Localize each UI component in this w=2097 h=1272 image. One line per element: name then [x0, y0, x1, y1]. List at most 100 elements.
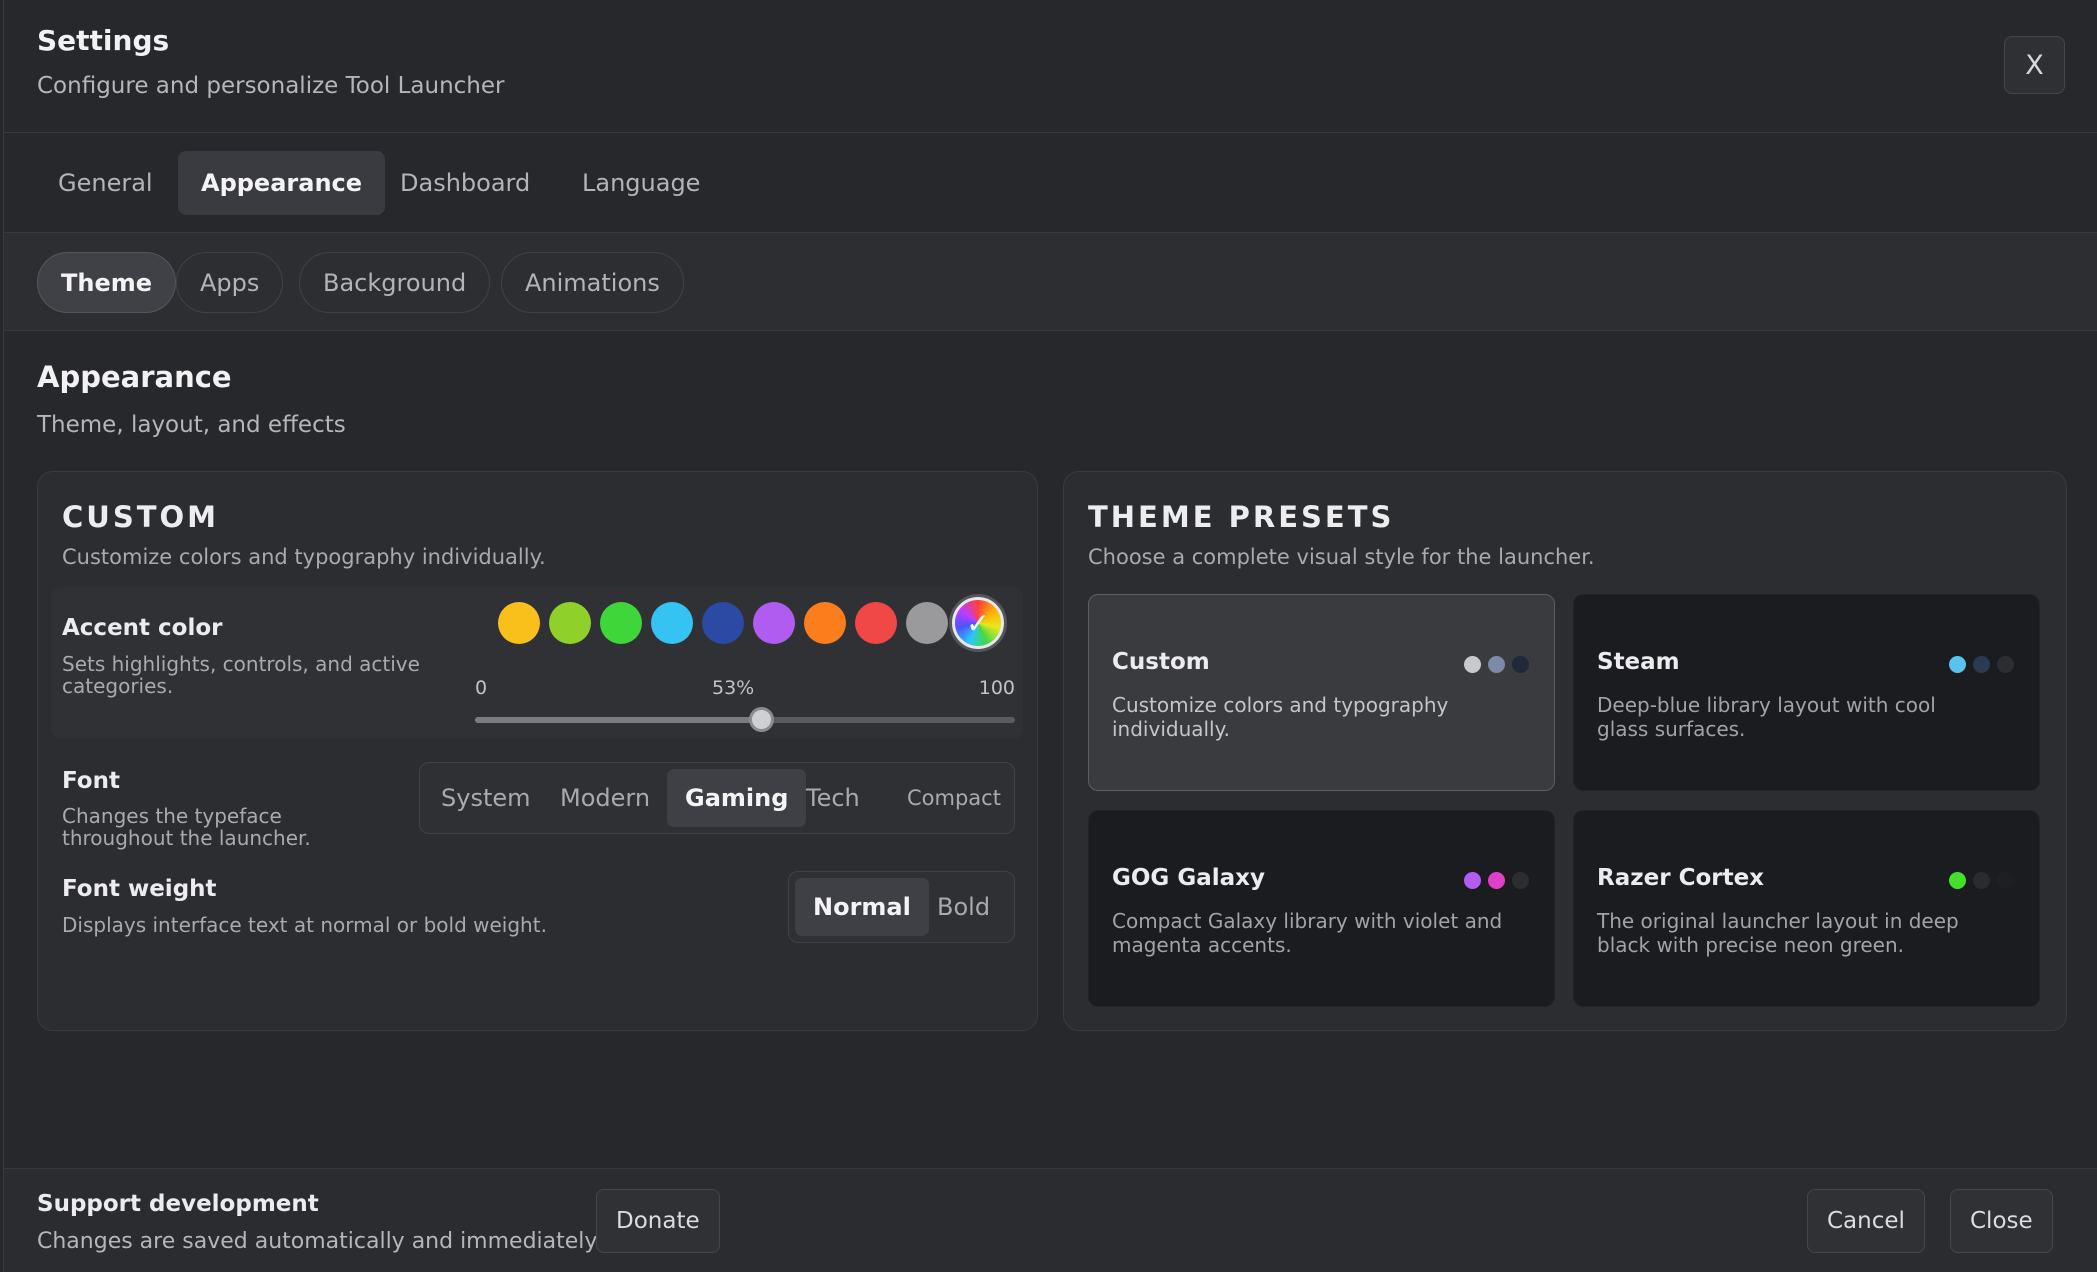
color-dot — [1512, 872, 1529, 889]
presets-panel-subtitle: Choose a complete visual style for the l… — [1088, 545, 1595, 569]
theme-presets-panel: THEME PRESETS Choose a complete visual s… — [1063, 471, 2067, 1031]
color-dot — [1464, 872, 1481, 889]
preset-desc-line2: glass surfaces. — [1597, 717, 1746, 741]
color-dot — [1997, 872, 2014, 889]
preset-desc: Compact Galaxy library with violet and m… — [1112, 909, 1532, 957]
preset-name: GOG Galaxy — [1112, 865, 1265, 891]
swatch-yellow[interactable] — [498, 602, 540, 644]
weight-option-bold[interactable]: Bold — [919, 878, 1008, 936]
tab-language[interactable]: Language — [559, 151, 723, 215]
subtab-apps[interactable]: Apps — [176, 252, 284, 313]
swatch-orange[interactable] — [804, 602, 846, 644]
font-option-gaming[interactable]: Gaming — [667, 769, 807, 827]
dialog-footer: Support development Changes are saved au… — [4, 1168, 2097, 1272]
preset-desc-line1: The original launcher layout in deep — [1597, 909, 1959, 933]
tab-general[interactable]: General — [35, 151, 176, 215]
settings-window: Settings Configure and personalize Tool … — [3, 0, 2097, 1272]
slider-max-label: 100 — [978, 677, 1015, 699]
autosave-note: Changes are saved automatically and imme… — [37, 1229, 602, 1254]
swatch-rainbow-selected[interactable]: ✓ — [952, 597, 1004, 649]
font-option-tech[interactable]: Tech — [788, 769, 878, 827]
accent-desc-line2: categories. — [62, 674, 174, 698]
color-dot — [1512, 656, 1529, 673]
preset-color-dots — [1464, 656, 1530, 674]
subtab-background[interactable]: Background — [299, 252, 491, 313]
preset-color-dots — [1949, 656, 2015, 674]
slider-labels: 0 53% 100 — [475, 677, 1015, 701]
main-tabs: General Appearance Dashboard Language — [4, 133, 2097, 233]
slider-min-label: 0 — [475, 677, 488, 699]
preset-color-dots — [1949, 872, 2015, 890]
preset-name: Custom — [1112, 649, 1210, 675]
preset-card-custom[interactable]: Custom Customize colors and typography i… — [1088, 594, 1555, 791]
font-option-modern[interactable]: Modern — [542, 769, 668, 827]
font-desc: Changes the typeface throughout the laun… — [62, 805, 311, 849]
accent-color-row: Accent color Sets highlights, controls, … — [51, 587, 1023, 739]
swatch-green[interactable] — [600, 602, 642, 644]
slider-thumb[interactable] — [749, 707, 775, 732]
preset-desc-line2: black with precise neon green. — [1597, 933, 1905, 957]
check-icon: ✓ — [966, 606, 990, 640]
swatch-blue[interactable] — [702, 602, 744, 644]
swatch-cyan[interactable] — [651, 602, 693, 644]
font-weight-desc: Displays interface text at normal or bol… — [62, 913, 547, 937]
custom-panel: CUSTOM Customize colors and typography i… — [37, 471, 1038, 1031]
sub-tabs: Theme Apps Background Animations — [4, 233, 2097, 331]
custom-panel-subtitle: Customize colors and typography individu… — [62, 545, 546, 569]
color-dot — [1973, 872, 1990, 889]
accent-color-label: Accent color — [62, 615, 223, 641]
font-option-compact[interactable]: Compact — [889, 769, 1019, 827]
preset-card-gog-galaxy[interactable]: GOG Galaxy Compact Galaxy library with v… — [1088, 810, 1555, 1007]
preset-name: Steam — [1597, 649, 1680, 675]
swatch-gray[interactable] — [906, 602, 948, 644]
preset-desc: Customize colors and typography individu… — [1112, 693, 1532, 741]
close-button[interactable]: Close — [1950, 1189, 2053, 1253]
font-weight-selector: Normal Bold — [788, 871, 1015, 943]
font-desc-line2: throughout the launcher. — [62, 826, 311, 850]
swatch-lime[interactable] — [549, 602, 591, 644]
subtab-theme[interactable]: Theme — [37, 252, 177, 313]
tab-appearance[interactable]: Appearance — [178, 151, 386, 215]
font-desc-line1: Changes the typeface — [62, 804, 282, 828]
tab-dashboard[interactable]: Dashboard — [377, 151, 553, 215]
slider-value-label: 53% — [712, 677, 755, 699]
color-dot — [1949, 656, 1966, 673]
preset-desc: Deep-blue library layout with cool glass… — [1597, 693, 2017, 741]
dialog-title: Settings — [37, 24, 170, 57]
slider-fill — [475, 717, 762, 723]
font-option-system[interactable]: System — [423, 769, 549, 827]
donate-button[interactable]: Donate — [596, 1189, 720, 1253]
font-selector: System Modern Gaming Tech Compact — [419, 762, 1015, 834]
presets-panel-title: THEME PRESETS — [1088, 500, 1395, 534]
accent-desc-line1: Sets highlights, controls, and active — [62, 652, 420, 676]
custom-panel-title: CUSTOM — [62, 500, 220, 534]
color-dot — [1488, 872, 1505, 889]
subtab-animations[interactable]: Animations — [501, 252, 684, 313]
swatch-purple[interactable] — [753, 602, 795, 644]
color-dot — [1488, 656, 1505, 673]
font-weight-label: Font weight — [62, 876, 217, 902]
preset-color-dots — [1464, 872, 1530, 890]
swatch-red[interactable] — [855, 602, 897, 644]
weight-option-normal[interactable]: Normal — [795, 878, 929, 936]
dialog-subtitle: Configure and personalize Tool Launcher — [37, 73, 505, 99]
font-label: Font — [62, 768, 120, 794]
preset-desc-line1: Deep-blue library layout with cool — [1597, 693, 1936, 717]
preset-card-razer-cortex[interactable]: Razer Cortex The original launcher layou… — [1573, 810, 2040, 1007]
cancel-button[interactable]: Cancel — [1807, 1189, 1925, 1253]
color-dot — [1464, 656, 1481, 673]
dialog-header: Settings Configure and personalize Tool … — [4, 0, 2097, 133]
preset-desc-line1: Customize colors and typography — [1112, 693, 1449, 717]
section-title: Appearance — [37, 360, 232, 394]
accent-color-desc: Sets highlights, controls, and active ca… — [62, 653, 420, 697]
preset-name: Razer Cortex — [1597, 865, 1765, 891]
color-dot — [1949, 872, 1966, 889]
support-title: Support development — [37, 1191, 319, 1217]
preset-desc-line2: individually. — [1112, 717, 1230, 741]
color-dot — [1973, 656, 1990, 673]
accent-intensity-slider[interactable] — [475, 707, 1015, 732]
preset-desc-line2: magenta accents. — [1112, 933, 1292, 957]
preset-desc-line1: Compact Galaxy library with violet and — [1112, 909, 1503, 933]
close-x-button[interactable]: X — [2004, 36, 2065, 94]
preset-card-steam[interactable]: Steam Deep-blue library layout with cool… — [1573, 594, 2040, 791]
